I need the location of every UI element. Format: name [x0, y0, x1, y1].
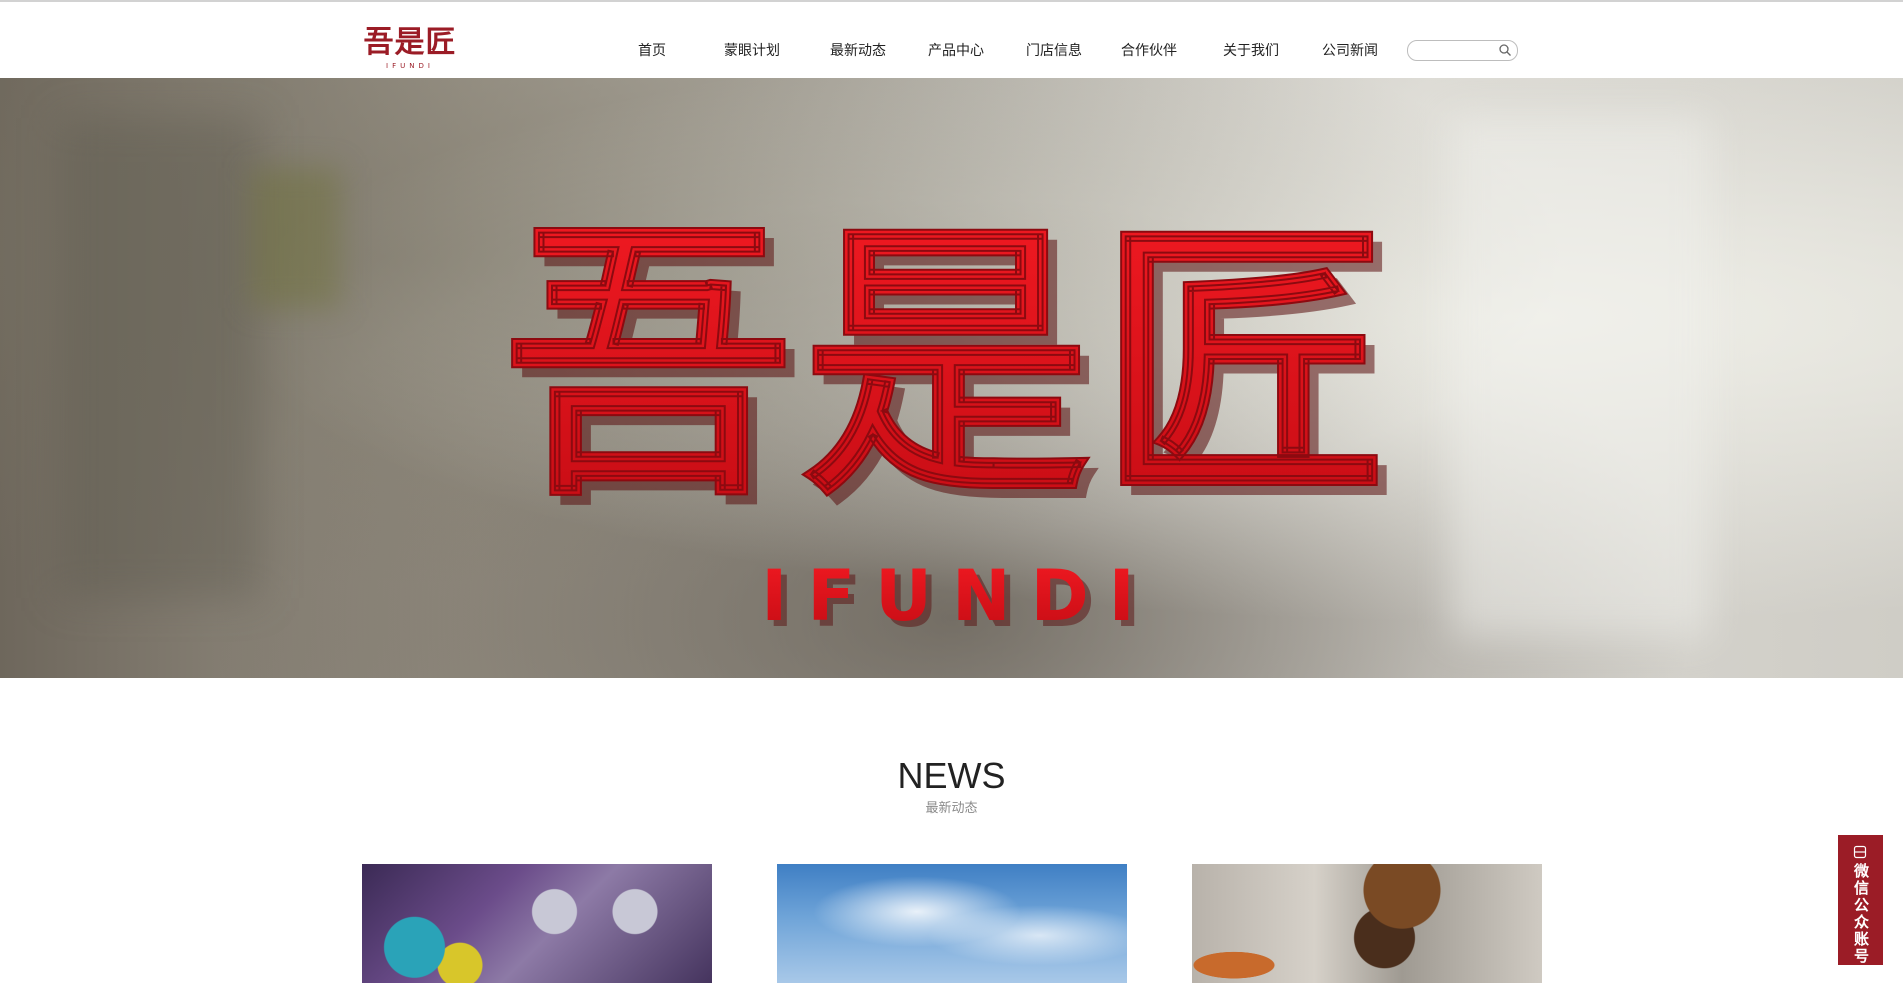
news-card-image[interactable]: [1192, 864, 1542, 983]
hero-sign-chinese: 吾是匠: [503, 195, 1397, 535]
logo-english-text: IFUNDI: [386, 62, 434, 70]
nav-item-home[interactable]: 首页: [638, 40, 666, 62]
search-box: [1407, 40, 1518, 61]
site-logo[interactable]: 吾是匠 IFUNDI: [362, 26, 458, 72]
nav-item-blindfold-plan[interactable]: 蒙眼计划: [724, 40, 780, 62]
logo-chinese-text: 吾是匠: [363, 25, 457, 60]
wechat-account-icon: [1853, 845, 1867, 859]
hero-banner: 吾是匠 吾是匠 IFUNDI IFUNDI: [0, 78, 1903, 678]
nav-item-products[interactable]: 产品中心: [928, 40, 984, 62]
site-header: 吾是匠 IFUNDI 首页 蒙眼计划 最新动态 产品中心 门店信息 合作伙伴 关…: [0, 2, 1903, 78]
search-input[interactable]: [1416, 42, 1498, 59]
news-subheading: 最新动态: [925, 801, 978, 816]
news-card-image[interactable]: [777, 864, 1127, 983]
nav-item-company-news[interactable]: 公司新闻: [1322, 40, 1378, 62]
nav-item-about[interactable]: 关于我们: [1223, 40, 1279, 62]
search-icon[interactable]: [1498, 43, 1512, 57]
hero-brand-sign: 吾是匠 吾是匠 IFUNDI IFUNDI: [502, 194, 1399, 643]
nav-item-latest-news[interactable]: 最新动态: [830, 40, 886, 62]
nav-item-stores[interactable]: 门店信息: [1026, 40, 1082, 62]
wechat-account-tab[interactable]: 微信公众账号: [1838, 835, 1883, 965]
news-heading: NEWS: [897, 755, 1006, 796]
hero-sign-english: IFUNDI: [761, 555, 1154, 637]
nav-item-partners[interactable]: 合作伙伴: [1121, 40, 1177, 62]
wechat-account-label: 微信公众账号: [1852, 863, 1870, 965]
news-card-image[interactable]: [362, 864, 712, 983]
